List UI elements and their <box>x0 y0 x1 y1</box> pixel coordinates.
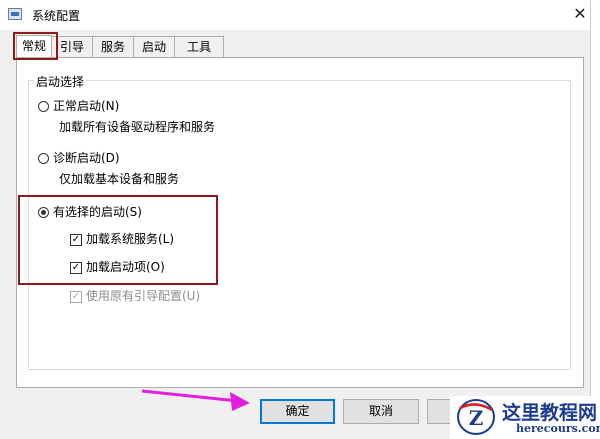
diagnostic-startup-description: 仅加载基本设备和服务 <box>59 172 180 186</box>
radio-selected-icon[interactable] <box>38 207 49 218</box>
radio-diagnostic-label: 诊断启动(D) <box>53 151 120 165</box>
use-original-boot-label: 使用原有引导配置(U) <box>86 289 201 303</box>
radio-normal-label: 正常启动(N) <box>53 99 120 113</box>
watermark-logo-icon: Z <box>457 399 495 435</box>
tab-services[interactable]: 服务 <box>92 36 134 57</box>
close-icon[interactable]: ✕ <box>568 3 592 25</box>
radio-diagnostic-startup[interactable]: 诊断启动(D) <box>38 150 120 166</box>
watermark-en: herecours.com <box>516 422 600 435</box>
watermark-logo-letter: Z <box>469 406 484 430</box>
radio-icon[interactable] <box>38 101 49 112</box>
watermark-cn: 这里教程网 <box>502 402 598 424</box>
radio-normal-startup[interactable]: 正常启动(N) <box>38 98 119 114</box>
cancel-button[interactable]: 取消 <box>343 399 419 424</box>
checkbox-load-system-services[interactable]: ✓ 加载系统服务(L) <box>70 231 174 247</box>
window-title: 系统配置 <box>32 9 81 23</box>
load-startup-items-label: 加载启动项(O) <box>86 260 165 274</box>
checkmark-icon[interactable]: ✓ <box>70 233 82 246</box>
ok-button[interactable]: 确定 <box>260 399 335 424</box>
watermark: Z 这里教程网 herecours.com <box>450 396 600 439</box>
radio-icon[interactable] <box>38 153 49 164</box>
normal-startup-description: 加载所有设备驱动程序和服务 <box>59 120 216 134</box>
load-system-services-label: 加载系统服务(L) <box>86 232 175 246</box>
checkmark-icon[interactable]: ✓ <box>70 261 82 274</box>
tab-tools[interactable]: 工具 <box>174 36 224 57</box>
app-icon <box>8 8 22 20</box>
background-window-edge <box>590 0 600 439</box>
tab-startup[interactable]: 启动 <box>133 36 175 57</box>
checkmark-icon: ✓ <box>70 290 82 303</box>
radio-selective-label: 有选择的启动(S) <box>53 205 142 219</box>
checkbox-load-startup-items[interactable]: ✓ 加载启动项(O) <box>70 259 165 275</box>
group-legend: 启动选择 <box>34 73 87 90</box>
radio-selective-startup[interactable]: 有选择的启动(S) <box>38 204 142 220</box>
tab-general[interactable]: 常规 <box>16 35 52 58</box>
title-bar: 系统配置 ✕ <box>0 0 590 30</box>
tab-boot[interactable]: 引导 <box>51 36 93 57</box>
checkbox-use-original-boot: ✓ 使用原有引导配置(U) <box>70 288 200 304</box>
pointer-arrow-icon <box>141 389 250 411</box>
